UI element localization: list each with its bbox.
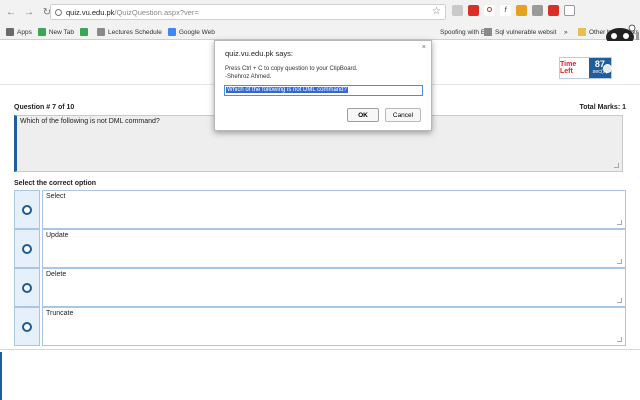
radio-button[interactable] xyxy=(22,321,32,332)
dialog-message-line: Press Ctrl + C to copy question to your … xyxy=(225,66,358,72)
time-left-widget: Time Left 87 sec(s) xyxy=(559,57,612,79)
time-left-value-box: 87 sec(s) xyxy=(588,58,612,78)
dialog-title: quiz.vu.edu.pk says: xyxy=(225,49,293,58)
resize-grip-icon[interactable] xyxy=(617,259,622,264)
browser-chrome: ← → ↻ quiz.vu.edu.pk /QuizQuestion.aspx?… xyxy=(0,0,640,40)
ok-button[interactable]: OK xyxy=(347,108,379,122)
option-text: Truncate xyxy=(46,310,74,317)
extension-icon[interactable] xyxy=(468,5,479,16)
answer-option[interactable]: Delete xyxy=(14,268,626,307)
option-text: Select xyxy=(46,193,66,200)
radio-cell[interactable] xyxy=(14,307,40,346)
answer-option[interactable]: Update xyxy=(14,229,626,268)
apps-grid-icon xyxy=(6,28,14,36)
option-text-box[interactable]: Delete xyxy=(42,268,626,307)
answer-option[interactable]: Select xyxy=(14,190,626,229)
divider xyxy=(0,349,640,350)
dialog-message-line: -Shehroz Ahmed. xyxy=(225,73,272,80)
total-marks: Total Marks: 1 xyxy=(579,104,626,111)
url-host: quiz.vu.edu.pk xyxy=(66,7,115,17)
page-icon xyxy=(80,28,88,36)
question-text: Which of the following is not DML comman… xyxy=(20,118,160,125)
address-bar[interactable]: quiz.vu.edu.pk /QuizQuestion.aspx?ver= ☆ xyxy=(50,4,446,20)
radio-button[interactable] xyxy=(22,243,32,254)
option-text-box[interactable]: Truncate xyxy=(42,307,626,346)
bookmark-spoofing[interactable]: Spoofing with Et xyxy=(440,24,487,40)
opera-icon[interactable]: O xyxy=(484,5,495,16)
bookmark-sql[interactable]: Sql vulnerable websit xyxy=(484,24,556,40)
option-text-box[interactable]: Update xyxy=(42,229,626,268)
close-icon[interactable]: × xyxy=(422,44,426,51)
dialog-input[interactable]: Which of the following is not DML comman… xyxy=(224,85,423,96)
page-icon xyxy=(97,28,105,36)
bookmark-apps[interactable]: Apps xyxy=(6,28,32,36)
more-bookmarks-chevron-icon[interactable]: » xyxy=(564,24,568,40)
dialog-message: Press Ctrl + C to copy question to your … xyxy=(225,66,358,81)
google-icon xyxy=(167,28,176,36)
resize-grip-icon[interactable] xyxy=(614,163,619,168)
page-icon xyxy=(484,28,492,36)
option-text: Update xyxy=(46,232,69,239)
radio-cell[interactable] xyxy=(14,229,40,268)
info-icon[interactable] xyxy=(55,8,62,16)
resize-grip-icon[interactable] xyxy=(617,337,622,342)
dialog-input-selected-text: Which of the following is not DML comman… xyxy=(226,87,348,93)
camera-icon[interactable] xyxy=(532,5,543,16)
answer-option[interactable]: Truncate xyxy=(14,307,626,346)
radio-button[interactable] xyxy=(22,282,32,293)
forward-arrow-icon[interactable]: → xyxy=(22,5,36,19)
bookmark-google-web[interactable]: Google Web xyxy=(167,28,215,36)
resize-grip-icon[interactable] xyxy=(617,220,622,225)
page-icon xyxy=(37,28,46,36)
timer-pie-icon xyxy=(603,64,612,73)
extension-icon[interactable] xyxy=(452,5,463,16)
url-path: /QuizQuestion.aspx?ver= xyxy=(114,7,199,17)
time-left-label: Time Left xyxy=(560,61,577,75)
question-number: Question # 7 of 10 xyxy=(14,104,75,111)
cancel-button[interactable]: Cancel xyxy=(385,108,421,122)
radio-button[interactable] xyxy=(22,204,32,215)
bookmarks-bar: Apps New Tab Lectures Schedule Google We… xyxy=(0,24,640,40)
bookmark-blank[interactable] xyxy=(80,28,91,36)
bookmark-new-tab[interactable]: New Tab xyxy=(37,28,74,36)
clipboard-dialog: quiz.vu.edu.pk says: × Press Ctrl + C to… xyxy=(214,40,432,131)
left-accent-bar xyxy=(0,352,2,400)
radio-cell[interactable] xyxy=(14,268,40,307)
extension-icon[interactable] xyxy=(516,5,527,16)
back-arrow-icon[interactable]: ← xyxy=(4,5,18,19)
bookmark-star-icon[interactable]: ☆ xyxy=(432,6,441,17)
option-text-box[interactable]: Select xyxy=(42,190,626,229)
radio-cell[interactable] xyxy=(14,190,40,229)
select-option-label: Select the correct option xyxy=(14,180,97,187)
resize-grip-icon[interactable] xyxy=(617,298,622,303)
function-icon[interactable]: f xyxy=(500,5,511,16)
extension-icon[interactable] xyxy=(548,5,559,16)
extension-icon[interactable] xyxy=(564,5,575,16)
bookmark-lectures-schedule[interactable]: Lectures Schedule xyxy=(97,28,162,36)
option-text: Delete xyxy=(46,271,67,278)
